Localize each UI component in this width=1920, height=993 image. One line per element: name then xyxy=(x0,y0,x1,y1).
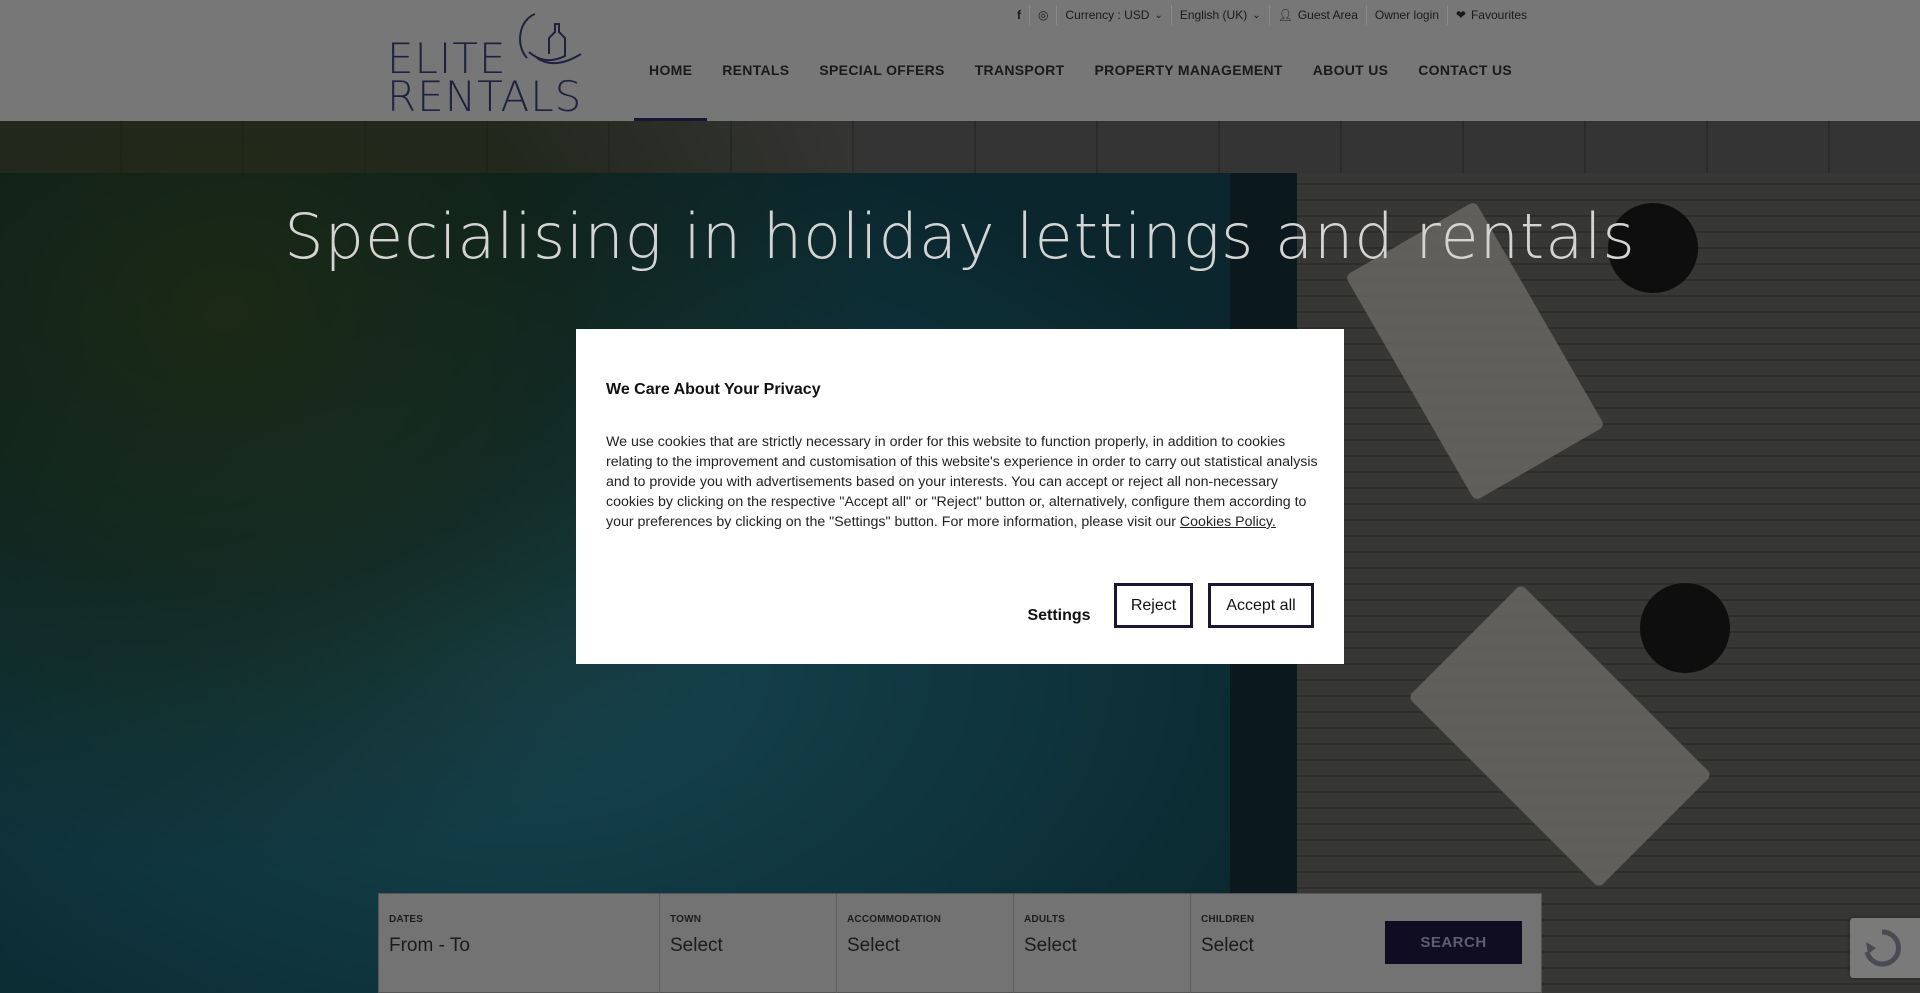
cookie-reject-button[interactable]: Reject xyxy=(1114,583,1193,628)
site-logo[interactable]: ELITE RENTALS xyxy=(387,10,582,118)
user-icon: 👤︎ xyxy=(1277,8,1293,22)
nav-about-us[interactable]: ABOUT US xyxy=(1298,52,1404,121)
facebook-icon: f xyxy=(1016,8,1021,22)
cookies-policy-link[interactable]: Cookies Policy. xyxy=(1180,514,1276,530)
town-select[interactable]: TOWN Select xyxy=(660,894,837,993)
adults-select[interactable]: ADULTS Select xyxy=(1014,894,1191,993)
cookie-dialog-title: We Care About Your Privacy xyxy=(606,381,821,398)
recaptcha-icon xyxy=(1864,929,1901,967)
nav-special-offers[interactable]: SPECIAL OFFERS xyxy=(804,52,959,121)
nav-rentals[interactable]: RENTALS xyxy=(707,52,804,121)
cookie-dialog-body: We use cookies that are strictly necessa… xyxy=(606,434,1318,530)
site-header: ELITE RENTALS f ◎ Currency : USD ⌄ Engli… xyxy=(0,0,1920,121)
main-navigation: HOME RENTALS SPECIAL OFFERS TRANSPORT PR… xyxy=(634,52,1527,121)
top-utility-bar: f ◎ Currency : USD ⌄ English (UK) ⌄ 👤︎ G… xyxy=(1009,4,1535,26)
house-logo-icon xyxy=(519,13,582,65)
currency-selector[interactable]: Currency : USD ⌄ xyxy=(1057,5,1172,25)
nav-home[interactable]: HOME xyxy=(634,52,708,121)
guest-area-link[interactable]: 👤︎ Guest Area xyxy=(1270,5,1367,25)
owner-login-link[interactable]: Owner login xyxy=(1367,5,1448,25)
search-bar: DATES From - To TOWN Select ACCOMMODATIO… xyxy=(378,893,1542,993)
chevron-down-icon: ⌄ xyxy=(1154,9,1163,21)
favourites-link[interactable]: ❤︎ Favourites xyxy=(1448,5,1535,25)
dates-field[interactable]: DATES From - To xyxy=(379,894,660,993)
nav-contact-us[interactable]: CONTACT US xyxy=(1403,52,1527,121)
language-selector[interactable]: English (UK) ⌄ xyxy=(1172,5,1270,25)
heart-icon: ❤︎ xyxy=(1455,8,1466,22)
cookie-settings-button[interactable]: Settings xyxy=(1010,594,1108,638)
instagram-link[interactable]: ◎ xyxy=(1030,5,1058,25)
children-select[interactable]: CHILDREN Select xyxy=(1191,894,1368,993)
chevron-down-icon: ⌄ xyxy=(1252,9,1261,21)
search-button[interactable]: SEARCH xyxy=(1385,921,1522,964)
hero-title: Specialising in holiday lettings and ren… xyxy=(284,200,1636,273)
nav-property-management[interactable]: PROPERTY MANAGEMENT xyxy=(1080,52,1298,121)
nav-transport[interactable]: TRANSPORT xyxy=(960,52,1080,121)
accommodation-select[interactable]: ACCOMMODATION Select xyxy=(837,894,1014,993)
recaptcha-badge[interactable] xyxy=(1850,918,1920,978)
cookie-consent-dialog: We Care About Your Privacy We use cookie… xyxy=(576,329,1344,664)
instagram-icon: ◎ xyxy=(1037,8,1049,22)
facebook-link[interactable]: f xyxy=(1009,5,1030,25)
cookie-accept-all-button[interactable]: Accept all xyxy=(1208,583,1314,628)
